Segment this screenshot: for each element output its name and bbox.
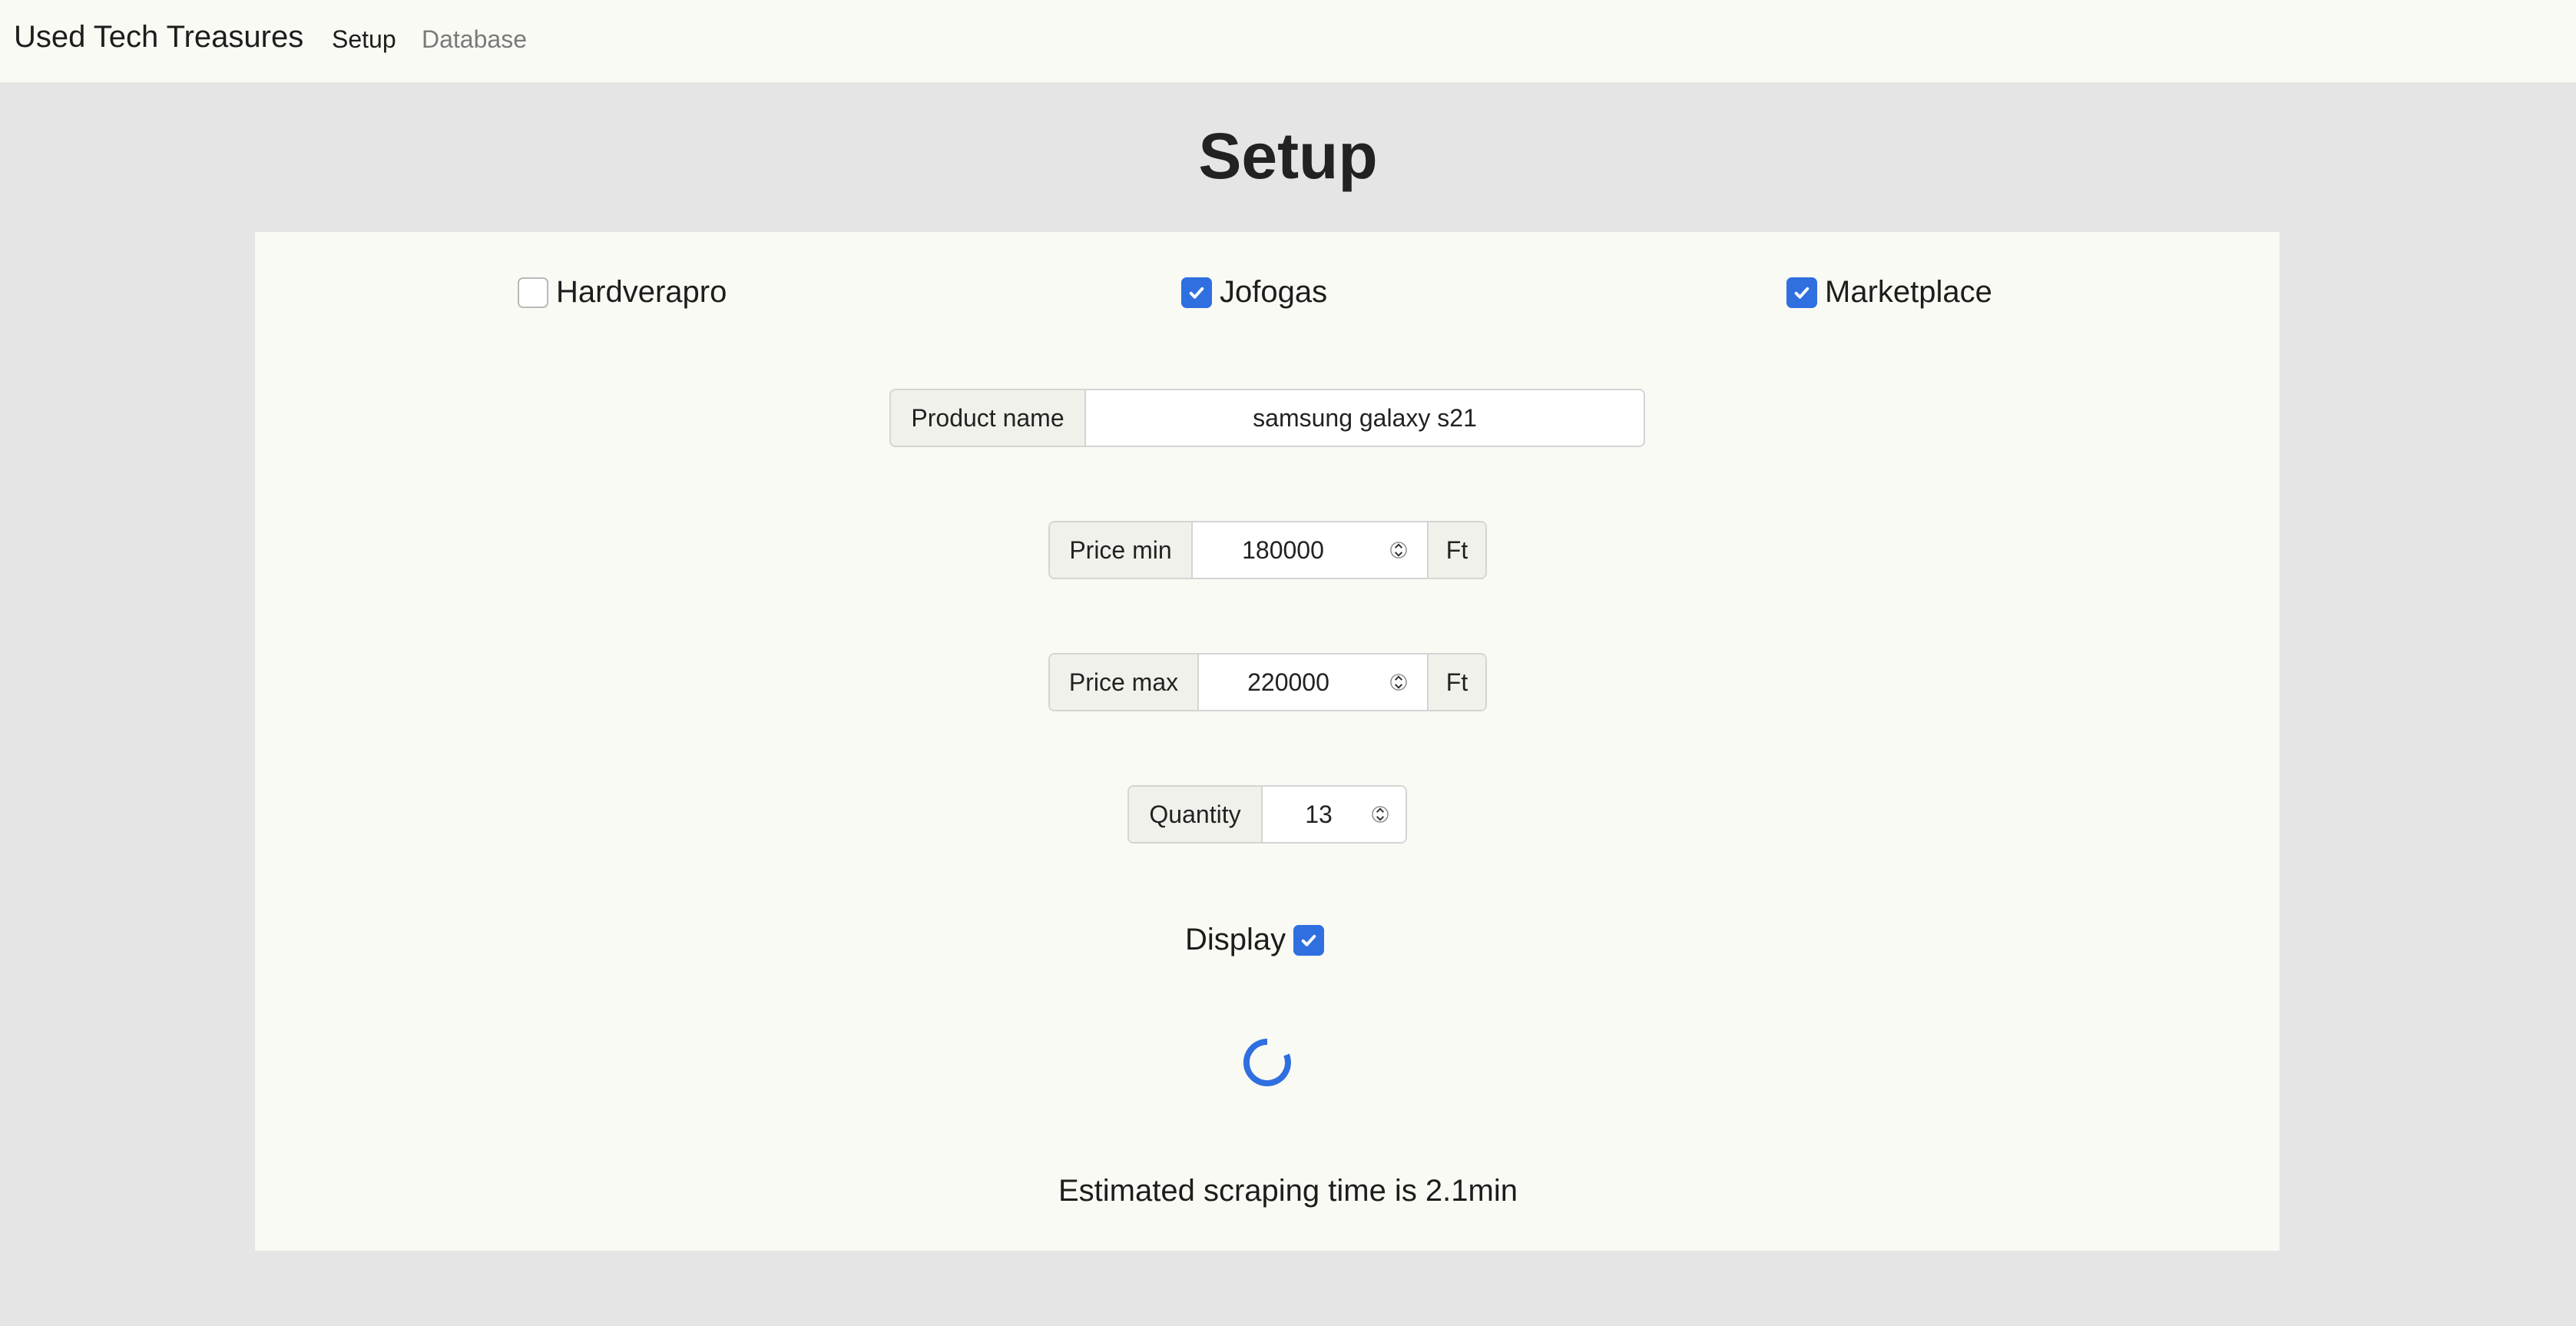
brand-title[interactable]: Used Tech Treasures xyxy=(14,20,303,55)
navbar: Used Tech Treasures Setup Database xyxy=(0,0,2576,82)
marketplace-label: Marketplace xyxy=(1825,275,1992,309)
quantity-value: 13 xyxy=(1305,800,1333,828)
price-min-value: 180000 xyxy=(1242,535,1324,564)
checkmark-icon xyxy=(1189,287,1204,299)
quantity-input[interactable]: 13 xyxy=(1263,787,1406,842)
source-marketplace[interactable]: Marketplace xyxy=(1786,275,1992,310)
hardverapro-checkbox[interactable] xyxy=(518,277,548,308)
price-min-input[interactable]: 180000 xyxy=(1193,522,1427,578)
source-jofogas[interactable]: Jofogas xyxy=(1181,275,1327,310)
marketplace-checkbox[interactable] xyxy=(1786,277,1817,308)
price-max-input[interactable]: 220000 xyxy=(1199,655,1427,710)
display-checkbox[interactable] xyxy=(1293,924,1325,956)
quantity-group: Quantity 13 xyxy=(1127,785,1407,844)
price-max-value: 220000 xyxy=(1247,668,1329,696)
estimated-time-text: Estimated scraping time is 2.1min xyxy=(1058,1174,1518,1208)
jofogas-label: Jofogas xyxy=(1220,275,1328,309)
setup-card xyxy=(255,232,2280,1251)
product-name-label: Product name xyxy=(891,390,1086,446)
price-min-label: Price min xyxy=(1050,522,1193,578)
display-label: Display xyxy=(1185,923,1286,956)
price-max-unit: Ft xyxy=(1427,655,1485,710)
price-max-group: Price max 220000 Ft xyxy=(1048,653,1487,711)
source-hardverapro[interactable]: Hardverapro xyxy=(518,275,727,310)
checkmark-icon xyxy=(1301,934,1316,946)
nav-link-setup[interactable]: Setup xyxy=(332,25,396,54)
price-min-group: Price min 180000 Ft xyxy=(1048,521,1487,579)
page-title: Setup xyxy=(1198,120,1378,192)
loading-spinner-icon xyxy=(1243,1038,1291,1086)
stepper-arrows-icon[interactable] xyxy=(1390,536,1407,564)
product-name-input[interactable]: samsung galaxy s21 xyxy=(1086,390,1644,446)
hardverapro-label: Hardverapro xyxy=(556,275,727,309)
price-min-unit: Ft xyxy=(1427,522,1485,578)
stepper-arrows-icon[interactable] xyxy=(1390,668,1407,696)
price-max-label: Price max xyxy=(1050,655,1199,710)
jofogas-checkbox[interactable] xyxy=(1181,277,1212,308)
quantity-label: Quantity xyxy=(1129,787,1263,842)
stepper-arrows-icon[interactable] xyxy=(1372,801,1389,828)
display-toggle[interactable]: Display xyxy=(1185,923,1325,957)
nav-link-database[interactable]: Database xyxy=(422,25,527,54)
checkmark-icon xyxy=(1794,287,1809,299)
product-name-group: Product name samsung galaxy s21 xyxy=(889,389,1645,447)
